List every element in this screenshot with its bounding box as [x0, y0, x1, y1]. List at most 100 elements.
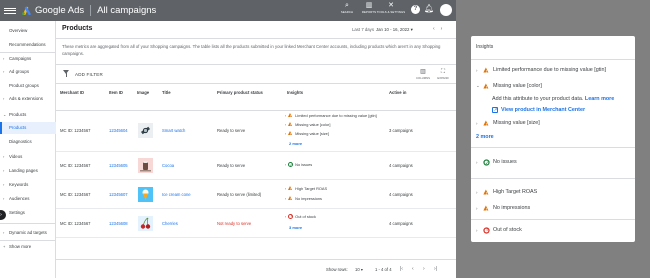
sidebar-item-ad-groups[interactable]: › Ad groups — [0, 66, 56, 78]
insight-label: High Target ROAS — [295, 186, 328, 191]
avatar[interactable] — [440, 4, 452, 16]
column-header-merchant-id[interactable]: Merchant ID — [60, 90, 84, 95]
column-header-status[interactable]: Primary product status — [217, 90, 263, 95]
page-scope[interactable]: All campaigns — [97, 5, 156, 16]
add-filter-button[interactable]: ADD FILTER — [75, 72, 103, 77]
insight-row[interactable]: ›No impressions — [476, 205, 530, 211]
column-header-insights[interactable]: Insights — [287, 90, 303, 95]
product-title-link[interactable]: Ice cream cone — [162, 192, 191, 197]
item-id-link[interactable]: 12345604 — [109, 128, 128, 133]
column-header-item-id[interactable]: Item ID — [109, 90, 123, 95]
product-status: Not ready to serve — [217, 221, 252, 226]
sidebar-item-product-groups[interactable]: Product groups — [0, 80, 56, 92]
insight-item[interactable]: › High Target ROAS — [285, 186, 327, 191]
insight-row[interactable]: ›High Target ROAS — [476, 189, 537, 195]
help-icon[interactable]: ? — [411, 5, 420, 14]
insight-row[interactable]: ›Limited performance due to missing valu… — [476, 67, 606, 73]
divider — [90, 5, 92, 16]
search-button[interactable]: ⌕ SEARCH — [336, 2, 358, 14]
insights-panel-title: Insights — [476, 44, 494, 50]
item-id-link[interactable]: 12345605 — [109, 163, 128, 168]
tools-button[interactable]: ✕ TOOLS & SETTINGS — [377, 2, 405, 14]
sidebar-item-label: Products — [9, 112, 27, 117]
more-insights-link[interactable]: 2 more — [476, 134, 494, 140]
sidebar-item-videos[interactable]: › Videos — [0, 151, 56, 163]
sidebar-item-keywords[interactable]: › Keywords — [0, 179, 56, 191]
product-image-cocoa — [138, 158, 153, 173]
warning-icon — [483, 205, 489, 211]
column-header-active-in[interactable]: Active in — [389, 90, 406, 95]
item-id-link[interactable]: 12345607 — [109, 192, 128, 197]
sidebar-item-label: Campaigns — [9, 56, 32, 61]
insight-item[interactable]: › Missing value [size] — [285, 131, 329, 136]
first-page-icon[interactable]: |‹ — [400, 266, 403, 272]
insight-row[interactable]: ›Out of stock — [476, 226, 522, 234]
insight-item[interactable]: › Limited performance due to missing valu… — [285, 113, 377, 118]
sidebar-item-audiences[interactable]: › Audiences — [0, 193, 56, 205]
insight-label: No issues — [493, 159, 517, 165]
sidebar-item-label: Products — [9, 125, 27, 130]
chevron-right-icon: › — [285, 196, 287, 201]
next-page-icon[interactable]: › — [423, 266, 425, 272]
sidebar-item-products[interactable]: Products — [0, 122, 56, 134]
reports-label: REPORTS — [361, 10, 377, 14]
learn-more-link[interactable]: Learn more — [585, 96, 614, 102]
insight-row[interactable]: ›Missing value [size] — [476, 120, 540, 126]
insight-detail: Add this attribute to your product data.… — [492, 96, 614, 102]
divider — [471, 147, 635, 148]
insight-row[interactable]: ›No issues — [476, 159, 517, 166]
item-id-link[interactable]: 12345608 — [109, 221, 128, 226]
expand-button[interactable]: ⛶ EXPAND — [433, 69, 453, 80]
prev-page-icon[interactable]: ‹ — [412, 266, 414, 272]
search-icon: ⌕ — [345, 2, 349, 9]
last-page-icon[interactable]: ›| — [434, 266, 437, 272]
sidebar-item-products-group[interactable]: ⌄ Products — [0, 109, 56, 121]
sidebar-show-more[interactable]: + Show more — [0, 241, 56, 253]
columns-icon: ▥ — [420, 69, 426, 75]
insight-row-expanded[interactable]: ⌄Missing value [color] — [476, 83, 542, 89]
check-circle-icon — [483, 159, 490, 166]
sidebar-item-ads-extensions[interactable]: › Ads & extensions — [0, 93, 56, 105]
insight-item[interactable]: › No issues — [285, 162, 312, 167]
tools-icon: ✕ — [388, 2, 394, 9]
product-title-link[interactable]: Cocoa — [162, 163, 174, 168]
product-title-link[interactable]: Cherries — [162, 221, 178, 226]
columns-button[interactable]: ▥ COLUMNS — [413, 69, 433, 80]
sidebar-item-diagnostics[interactable]: Diagnostics — [0, 136, 56, 148]
insight-item[interactable]: › Out of stock — [285, 214, 316, 219]
insight-label: Missing value [size] — [493, 120, 540, 126]
chevron-right-icon: › — [285, 122, 287, 127]
sidebar-item-label: Recommendations — [9, 42, 46, 47]
more-insights-link[interactable]: 3 more — [289, 225, 302, 230]
rows-per-page-select[interactable]: 10 ▾ — [355, 267, 363, 272]
columns-label: COLUMNS — [416, 76, 430, 80]
active-in-campaigns: 4 campaigns — [389, 221, 413, 226]
column-header-title[interactable]: Title — [162, 90, 171, 95]
more-insights-link[interactable]: 2 more — [289, 141, 302, 146]
prev-period-icon[interactable]: ‹ — [433, 26, 435, 32]
notification-bell-icon[interactable]: 🔔︎ — [424, 4, 434, 13]
sidebar-item-overview[interactable]: Overview — [0, 25, 56, 37]
product-title-link[interactable]: Smart watch — [162, 128, 185, 133]
sidebar-item-campaigns[interactable]: › Campaigns — [0, 53, 56, 65]
sidebar-item-recommendations[interactable]: Recommendations — [0, 39, 56, 51]
filter-icon[interactable] — [63, 70, 70, 77]
column-header-image: Image — [137, 90, 150, 95]
view-in-merchant-center-link[interactable]: View product in Merchant Center — [501, 107, 585, 113]
error-icon — [288, 214, 294, 219]
menu-icon[interactable] — [4, 7, 16, 14]
sidebar-item-dynamic-ad-targets[interactable]: › Dynamic ad targets — [0, 227, 56, 239]
table-row: MC ID: 1234567 12345607 Ice cream cone R… — [56, 180, 456, 209]
date-range-picker[interactable]: Last 7 days Jan 10 - 16, 2022 ▾ — [352, 27, 413, 33]
insight-item[interactable]: › No impressions — [285, 196, 322, 201]
insight-item[interactable]: › Missing value [color] — [285, 122, 330, 127]
next-period-icon[interactable]: › — [441, 26, 443, 32]
sidebar-item-label: Ads & extensions — [9, 96, 43, 101]
sidebar-item-label: Videos — [9, 154, 23, 159]
show-rows-label: Show rows: — [326, 267, 348, 272]
sidebar-item-landing-pages[interactable]: › Landing pages — [0, 165, 56, 177]
chevron-right-icon: › — [285, 131, 287, 136]
warning-icon — [288, 122, 293, 127]
active-in-campaigns: 4 campaigns — [389, 163, 413, 168]
sidebar-item-settings[interactable]: ›Settings — [0, 207, 56, 219]
